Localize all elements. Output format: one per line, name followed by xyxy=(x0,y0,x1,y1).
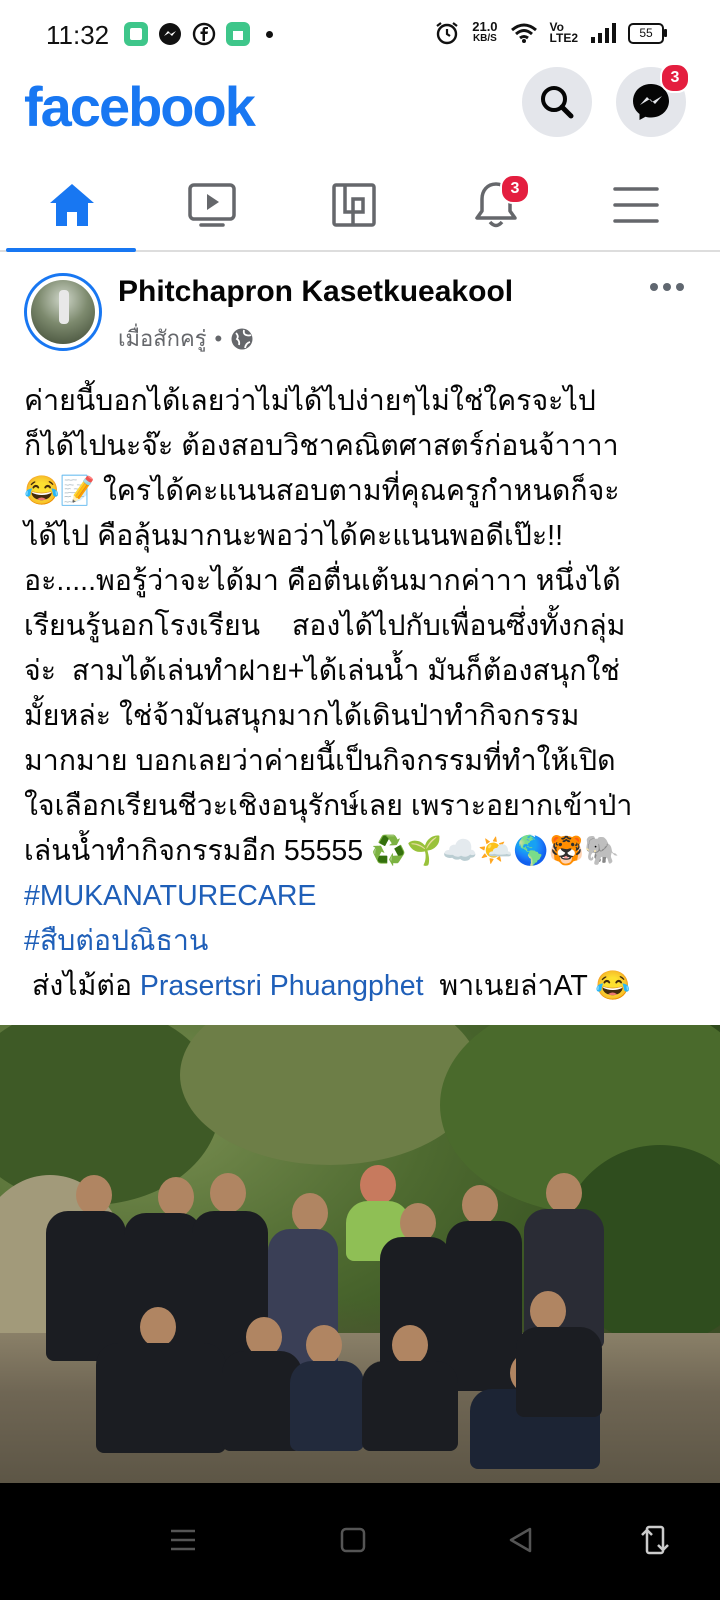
net-speed-unit: KB/S xyxy=(472,33,497,44)
tab-bar: 3 xyxy=(0,160,720,252)
globe-icon xyxy=(231,328,253,349)
back-nav-button[interactable] xyxy=(504,1523,538,1557)
tab-menu[interactable] xyxy=(564,160,708,250)
person-head xyxy=(462,1185,498,1225)
person-head xyxy=(392,1325,428,1365)
person-head xyxy=(158,1177,194,1217)
signal-icon xyxy=(591,23,616,43)
wifi-icon xyxy=(510,23,537,43)
person-head xyxy=(76,1175,112,1215)
status-bar: 11:32 21.0 KB/S Vo LTE2 55 xyxy=(0,0,720,70)
author-avatar-ring[interactable] xyxy=(24,273,102,351)
facebook-icon xyxy=(192,22,216,46)
app-header: facebook 3 xyxy=(0,63,720,155)
person xyxy=(362,1361,458,1451)
tag-prefix: ส่งไม้ต่อ xyxy=(24,970,140,1002)
search-button[interactable] xyxy=(522,67,592,137)
post-author[interactable]: Phitchapron Kasetkueakool xyxy=(118,275,513,309)
tag-line: ส่งไม้ต่อ Prasertsri Phuangphet พาเนยล่า… xyxy=(24,964,704,1009)
tab-notifications[interactable]: 3 xyxy=(424,160,568,250)
person xyxy=(516,1327,602,1417)
status-left-icons xyxy=(124,22,273,46)
rotate-icon xyxy=(641,1525,669,1555)
rotate-button[interactable] xyxy=(638,1523,672,1557)
person-head xyxy=(530,1291,566,1331)
person-head xyxy=(210,1173,246,1213)
menu-icon xyxy=(613,187,659,223)
home-nav-button[interactable] xyxy=(336,1523,370,1557)
net-speed-value: 21.0 xyxy=(472,19,498,34)
system-nav-bar xyxy=(0,1483,720,1600)
hashtag-link[interactable]: #สืบต่อปณิธาน xyxy=(24,919,704,964)
volte-bottom: LTE2 xyxy=(549,31,578,45)
alarm-icon xyxy=(436,22,458,45)
messenger-button[interactable]: 3 xyxy=(616,63,690,137)
net-speed: 21.0 KB/S xyxy=(472,19,498,45)
person-head xyxy=(546,1173,582,1213)
person xyxy=(96,1343,226,1453)
more-dot xyxy=(663,283,671,291)
person-head xyxy=(360,1165,396,1205)
tab-watch[interactable] xyxy=(140,160,284,250)
post-time[interactable]: เมื่อสักครู่ xyxy=(118,321,207,356)
hashtag-link[interactable]: #MUKANATURECARE xyxy=(24,874,704,919)
messenger-badge: 3 xyxy=(660,63,690,93)
person xyxy=(46,1211,126,1361)
facebook-logo[interactable]: facebook xyxy=(24,74,256,139)
meta-separator: • xyxy=(214,325,223,351)
watch-icon xyxy=(188,183,236,227)
app-icon xyxy=(124,22,148,46)
tab-marketplace[interactable] xyxy=(282,160,426,250)
menu-lines-icon xyxy=(171,1529,195,1551)
status-time: 11:32 xyxy=(46,20,110,50)
foliage xyxy=(180,1025,480,1165)
tag-suffix: พาเนยล่าAT 😂 xyxy=(423,970,631,1002)
tab-home[interactable] xyxy=(0,160,144,252)
post-photo[interactable] xyxy=(0,1025,720,1483)
battery-icon: 55 xyxy=(628,22,667,44)
marketplace-icon xyxy=(332,183,376,227)
person xyxy=(290,1361,364,1451)
notification-dot xyxy=(266,30,273,38)
square-icon xyxy=(340,1527,366,1553)
more-dot xyxy=(676,283,684,291)
messenger-icon xyxy=(158,22,182,46)
person-head xyxy=(292,1193,328,1233)
back-triangle-icon xyxy=(509,1527,532,1553)
avatar xyxy=(31,280,95,344)
post-meta: เมื่อสักครู่ • xyxy=(118,321,254,356)
more-dot xyxy=(650,283,658,291)
post-body: ค่ายนี้บอกได้เลยว่าไม่ได้ไปง่ายๆไม่ใช่ใค… xyxy=(24,379,704,1009)
avatar-figure xyxy=(59,290,69,324)
active-tab-indicator xyxy=(6,248,136,252)
mention-link[interactable]: Prasertsri Phuangphet xyxy=(140,970,424,1002)
recent-apps-button[interactable] xyxy=(166,1523,200,1557)
post-options-button[interactable] xyxy=(650,283,684,291)
person-head xyxy=(306,1325,342,1365)
volte-label: Vo LTE2 xyxy=(549,21,578,45)
notifications-badge: 3 xyxy=(500,174,530,204)
post-text: ค่ายนี้บอกได้เลยว่าไม่ได้ไปง่ายๆไม่ใช่ใค… xyxy=(24,385,633,867)
store-icon xyxy=(226,22,250,46)
person-head xyxy=(140,1307,176,1347)
search-icon xyxy=(541,86,574,119)
home-icon xyxy=(50,184,94,226)
status-right-icons: 21.0 KB/S Vo LTE2 55 xyxy=(434,19,667,46)
